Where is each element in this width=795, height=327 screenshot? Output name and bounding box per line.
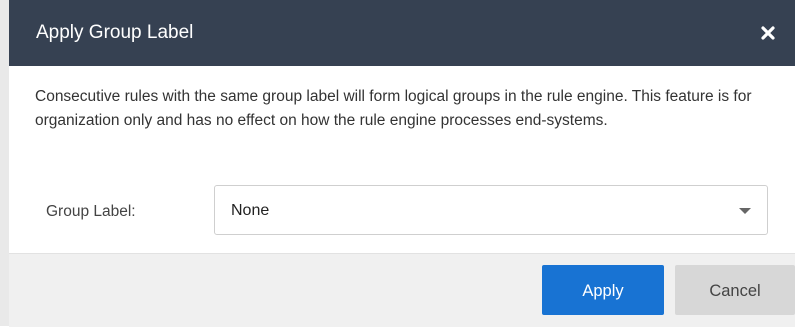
group-label-select[interactable]: None	[214, 185, 768, 235]
dialog-titlebar: Apply Group Label	[9, 0, 795, 66]
dialog-title: Apply Group Label	[36, 22, 194, 43]
apply-group-label-dialog: Apply Group Label Consecutive rules with…	[9, 0, 795, 327]
dialog-footer: Apply Cancel	[9, 253, 795, 327]
group-label-field-label: Group Label:	[46, 203, 136, 220]
chevron-down-icon	[739, 208, 751, 214]
close-icon[interactable]	[755, 20, 781, 46]
dialog-description: Consecutive rules with the same group la…	[35, 88, 752, 129]
group-label-selected-value: None	[231, 202, 270, 219]
cancel-button[interactable]: Cancel	[675, 265, 795, 315]
apply-button[interactable]: Apply	[542, 265, 664, 315]
